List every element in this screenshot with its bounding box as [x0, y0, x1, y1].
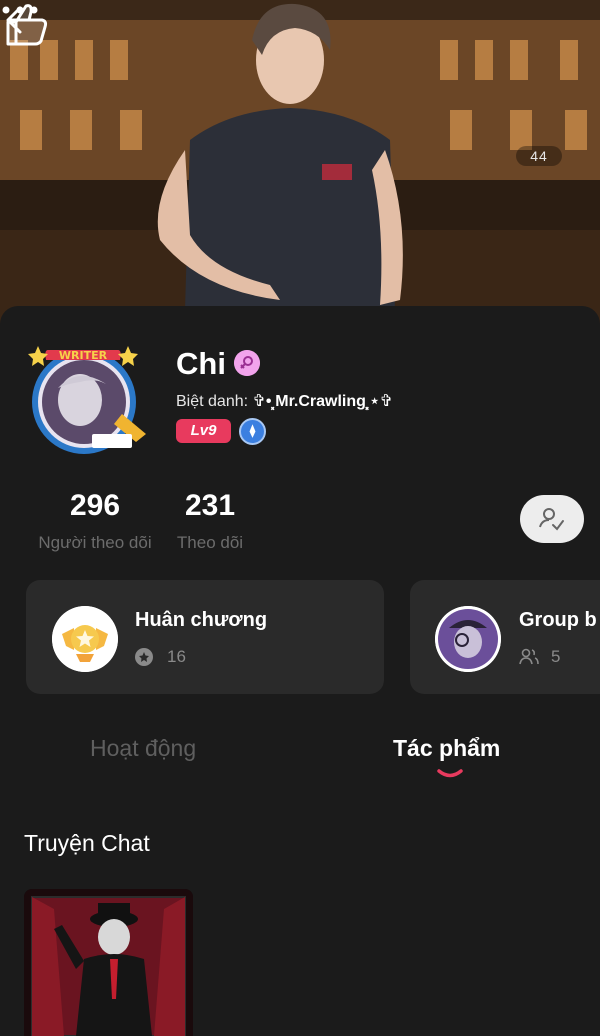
groups-title: Group b [519, 609, 597, 631]
level-badge[interactable]: Lv9 [176, 419, 231, 443]
medals-count: 16 [167, 647, 186, 666]
profile-cover: 44 [0, 0, 600, 330]
cover-illustration [0, 0, 600, 330]
nickname: Biệt danh: ✞•⸼Mr.Crawling⸼⋆✞ [176, 389, 393, 411]
groups-count: 5 [551, 647, 561, 666]
tab-active-indicator [437, 769, 463, 778]
like-count: 44 [516, 146, 562, 166]
follow-button[interactable] [520, 495, 584, 543]
verified-badge-icon[interactable] [239, 418, 266, 445]
nickname-value: ✞•⸼Mr.Crawling⸼⋆✞ [252, 393, 394, 410]
avatar-frame-label: WRITER [59, 349, 108, 362]
thumbs-up-icon[interactable] [0, 0, 50, 48]
following-label: Theo dõi [176, 533, 244, 552]
users-icon [519, 648, 539, 665]
group-avatar [435, 606, 501, 672]
followers-count[interactable]: 296 [60, 489, 130, 523]
tab-works[interactable]: Tác phẩm [393, 735, 500, 762]
user-check-icon [539, 508, 564, 531]
section-title: Truyện Chat [24, 830, 150, 856]
profile-name: Chi [176, 346, 226, 381]
medals-title: Huân chương [135, 609, 268, 631]
story-card[interactable] [24, 889, 193, 1036]
tab-activity[interactable]: Hoạt động [90, 735, 196, 762]
story-cover-image [24, 889, 193, 1036]
female-icon [234, 350, 260, 376]
nickname-label: Biệt danh: [176, 393, 249, 410]
medal-icon [52, 606, 118, 672]
following-count[interactable]: 231 [175, 489, 245, 523]
badge-count-icon [135, 648, 153, 666]
avatar[interactable]: WRITER [18, 338, 158, 460]
followers-label: Người theo dõi [38, 533, 152, 552]
